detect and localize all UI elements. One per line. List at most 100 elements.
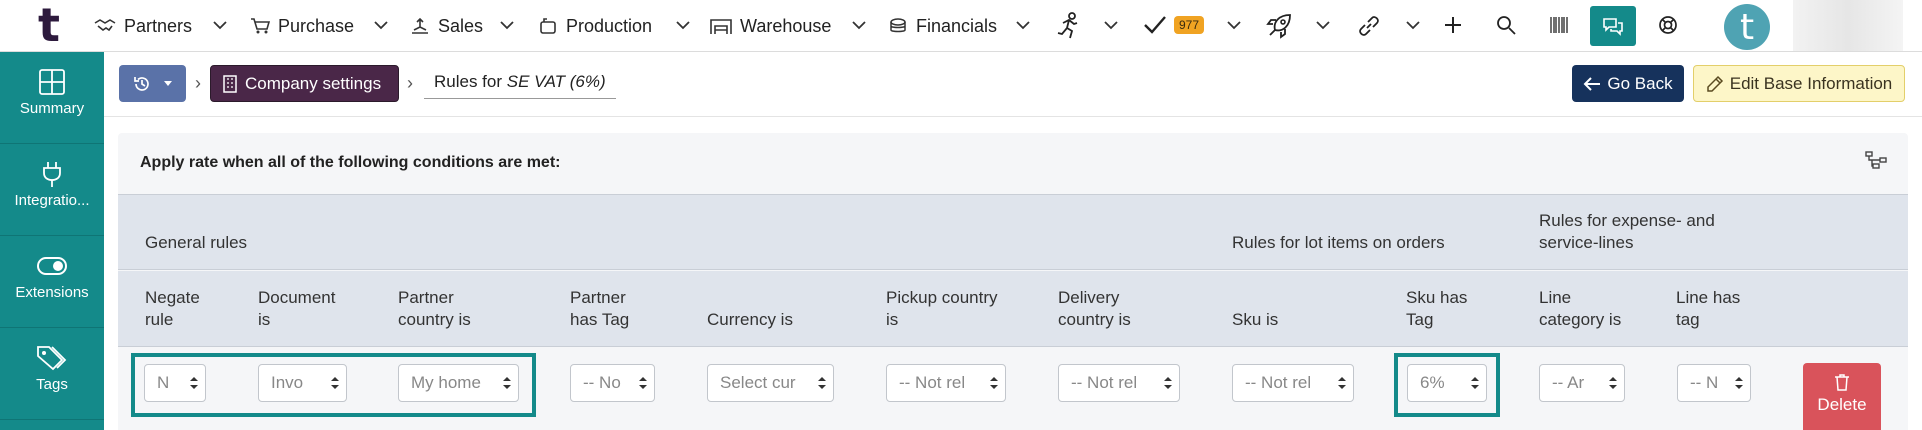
user-avatar[interactable]: t [1724, 4, 1770, 50]
col-currency: Currency is [707, 287, 793, 331]
chevron-down-icon[interactable] [1404, 16, 1422, 34]
col-line: is [886, 310, 899, 329]
sort-arrows-icon [983, 376, 1005, 390]
breadcrumb-company-settings[interactable]: Company settings [210, 65, 399, 102]
col-line: Currency is [707, 310, 793, 329]
col-line: country is [398, 310, 471, 329]
sort-arrows-icon [1331, 376, 1353, 390]
col-pickup-country: Pickup country is [886, 287, 998, 331]
panel-title: Apply rate when all of the following con… [140, 154, 561, 171]
sort-arrows-icon [324, 376, 346, 390]
line-tag-select[interactable]: -- N [1677, 364, 1751, 402]
sku-tag-select[interactable]: 6% [1407, 364, 1487, 402]
sidebar-item-tags[interactable]: Tags [0, 328, 104, 420]
nav-production[interactable]: Production [538, 13, 652, 39]
chevron-down-icon[interactable] [1014, 16, 1032, 34]
task-count-badge: 977 [1174, 16, 1205, 34]
go-back-label: Go Back [1607, 73, 1673, 93]
col-line: Partner [398, 288, 454, 307]
group-general-rules: General rules [145, 233, 248, 252]
grid-icon [39, 69, 65, 95]
col-line: has Tag [570, 310, 630, 329]
plus-icon[interactable] [1443, 15, 1463, 35]
sitemap-icon[interactable] [1864, 150, 1888, 170]
sort-arrows-icon [1157, 376, 1179, 390]
sku-select[interactable]: -- Not rel [1232, 364, 1354, 402]
col-line: Sku has [1406, 288, 1468, 307]
col-line: Negate [145, 288, 200, 307]
production-icon [540, 18, 556, 34]
rocket-icon[interactable] [1265, 12, 1293, 40]
app-logo[interactable]: t [38, 2, 60, 48]
link-icon[interactable] [1355, 12, 1383, 40]
nav-sales[interactable]: Sales [410, 13, 483, 39]
cart-icon [251, 18, 270, 34]
delivery-country-select[interactable]: -- Not rel [1058, 364, 1180, 402]
col-line: Line [1539, 288, 1572, 307]
sidebar-item-label: Integratio... [14, 192, 90, 209]
sidebar-item-extensions[interactable]: Extensions [0, 236, 104, 328]
document-select[interactable]: Invo [258, 364, 347, 402]
select-value: N [157, 373, 170, 392]
col-line: Delivery [1058, 288, 1120, 307]
col-line: rule [145, 310, 174, 329]
sort-arrows-icon [632, 376, 654, 390]
checkmark-icon[interactable] [1143, 14, 1167, 36]
lifebuoy-icon[interactable] [1658, 15, 1678, 35]
search-icon[interactable] [1496, 15, 1516, 35]
nav-financials[interactable]: Financials [888, 13, 997, 39]
col-sku-is: Sku is [1232, 287, 1278, 331]
building-icon [223, 74, 237, 93]
pickup-country-select[interactable]: -- Not rel [886, 364, 1006, 402]
nav-warehouse-label: Warehouse [740, 15, 832, 36]
history-dropdown-button[interactable] [119, 65, 186, 102]
trash-icon [1835, 374, 1849, 391]
col-line-category: Line category is [1539, 287, 1621, 331]
top-navbar: t Partners Purchase Sales Production War… [0, 0, 1922, 52]
chevron-down-icon[interactable] [211, 16, 229, 34]
running-icon[interactable] [1055, 12, 1083, 40]
col-line-tag: Line has tag [1676, 287, 1740, 331]
chevron-down-icon[interactable] [850, 16, 868, 34]
tags-icon [37, 346, 67, 371]
sidebar-item-label: Summary [19, 100, 85, 117]
edit-base-information-button[interactable]: Edit Base Information [1693, 65, 1905, 102]
group-expense-line2: service-lines [1539, 233, 1634, 252]
sidebar-item-summary[interactable]: Summary [0, 52, 104, 144]
pencil-icon [1706, 75, 1723, 92]
chevron-down-icon[interactable] [1314, 16, 1332, 34]
user-info-blurred[interactable] [1793, 0, 1903, 51]
delete-rule-button[interactable]: Delete [1803, 363, 1881, 430]
edit-base-label: Edit Base Information [1729, 73, 1893, 93]
chat-button[interactable] [1590, 6, 1636, 46]
barcode-icon[interactable] [1549, 15, 1569, 35]
negate-rule-select[interactable]: N [144, 364, 206, 402]
plug-icon [43, 162, 61, 187]
nav-warehouse[interactable]: Warehouse [710, 13, 831, 39]
chevron-down-icon[interactable] [674, 16, 692, 34]
chevron-down-icon[interactable] [1225, 16, 1243, 34]
col-line: Pickup country [886, 288, 998, 307]
history-icon [133, 76, 149, 91]
warehouse-icon [710, 19, 732, 34]
sidebar-item-integrations[interactable]: Integratio... [0, 144, 104, 236]
sidebar: Summary Integratio... Extensions Tags [0, 52, 104, 430]
handshake-icon [94, 19, 116, 32]
nav-purchase[interactable]: Purchase [250, 13, 354, 39]
col-line [707, 287, 793, 309]
go-back-button[interactable]: Go Back [1572, 65, 1684, 102]
select-value: -- Not rel [1071, 373, 1138, 392]
select-value: Select cur [720, 373, 796, 392]
sort-arrows-icon [1728, 376, 1750, 390]
partner-tag-select[interactable]: -- No [570, 364, 655, 402]
chevron-down-icon[interactable] [1102, 16, 1120, 34]
breadcrumb-company-label: Company settings [245, 73, 382, 93]
partner-country-select[interactable]: My home [398, 364, 519, 402]
nav-purchase-label: Purchase [278, 15, 355, 36]
col-negate-rule: Negate rule [145, 287, 200, 331]
chevron-down-icon[interactable] [372, 16, 390, 34]
currency-select[interactable]: Select cur [707, 364, 834, 402]
chevron-down-icon[interactable] [498, 16, 516, 34]
line-category-select[interactable]: -- Ar [1539, 364, 1625, 402]
nav-partners[interactable]: Partners [94, 13, 192, 39]
